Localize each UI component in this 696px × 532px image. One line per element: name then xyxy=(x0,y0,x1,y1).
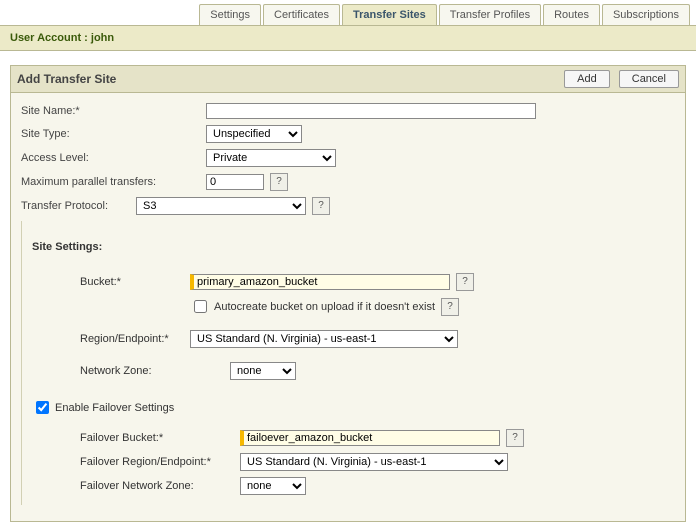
failover-bucket-input[interactable] xyxy=(240,430,500,446)
help-icon[interactable]: ? xyxy=(506,429,524,447)
autocreate-checkbox[interactable] xyxy=(194,300,207,313)
help-icon[interactable]: ? xyxy=(270,173,288,191)
enable-failover-label: Enable Failover Settings xyxy=(55,402,174,414)
site-name-input[interactable] xyxy=(206,103,536,119)
add-button[interactable]: Add xyxy=(564,70,610,88)
network-zone-select[interactable]: none xyxy=(230,362,296,380)
site-settings-section: Site Settings: Bucket:* ? Autocreate buc… xyxy=(21,221,675,505)
bucket-label: Bucket:* xyxy=(80,276,190,288)
help-icon[interactable]: ? xyxy=(441,298,459,316)
tab-settings[interactable]: Settings xyxy=(199,4,261,25)
transfer-protocol-select[interactable]: S3 xyxy=(136,197,306,215)
autocreate-label: Autocreate bucket on upload if it doesn'… xyxy=(214,301,435,313)
panel-body: Site Name:* Site Type: Unspecified Acces… xyxy=(11,93,685,521)
tab-transfer-profiles[interactable]: Transfer Profiles xyxy=(439,4,541,25)
top-tabs: Settings Certificates Transfer Sites Tra… xyxy=(0,0,696,26)
max-parallel-input[interactable] xyxy=(206,174,264,190)
failover-region-select[interactable]: US Standard (N. Virginia) - us-east-1 xyxy=(240,453,508,471)
region-select[interactable]: US Standard (N. Virginia) - us-east-1 xyxy=(190,330,458,348)
failover-region-label: Failover Region/Endpoint:* xyxy=(80,456,240,468)
site-type-label: Site Type: xyxy=(21,128,206,140)
tab-transfer-sites[interactable]: Transfer Sites xyxy=(342,4,437,25)
add-transfer-site-panel: Add Transfer Site Add Cancel Site Name:*… xyxy=(10,65,686,522)
transfer-protocol-label: Transfer Protocol: xyxy=(21,200,136,212)
region-label: Region/Endpoint:* xyxy=(80,333,190,345)
network-zone-label: Network Zone: xyxy=(80,365,230,377)
access-level-label: Access Level: xyxy=(21,152,206,164)
site-type-select[interactable]: Unspecified xyxy=(206,125,302,143)
failover-bucket-label: Failover Bucket:* xyxy=(80,432,240,444)
help-icon[interactable]: ? xyxy=(312,197,330,215)
help-icon[interactable]: ? xyxy=(456,273,474,291)
site-name-label: Site Name:* xyxy=(21,105,206,117)
tab-certificates[interactable]: Certificates xyxy=(263,4,340,25)
panel-header: Add Transfer Site Add Cancel xyxy=(11,66,685,93)
cancel-button[interactable]: Cancel xyxy=(619,70,679,88)
user-account-bar: User Account : john xyxy=(0,26,696,51)
bucket-input[interactable] xyxy=(190,274,450,290)
failover-zone-select[interactable]: none xyxy=(240,477,306,495)
site-settings-heading: Site Settings: xyxy=(32,241,671,253)
enable-failover-checkbox[interactable] xyxy=(36,401,49,414)
panel-title: Add Transfer Site xyxy=(17,72,116,86)
tab-subscriptions[interactable]: Subscriptions xyxy=(602,4,690,25)
tab-routes[interactable]: Routes xyxy=(543,4,600,25)
failover-zone-label: Failover Network Zone: xyxy=(80,480,240,492)
access-level-select[interactable]: Private xyxy=(206,149,336,167)
max-parallel-label: Maximum parallel transfers: xyxy=(21,176,206,188)
